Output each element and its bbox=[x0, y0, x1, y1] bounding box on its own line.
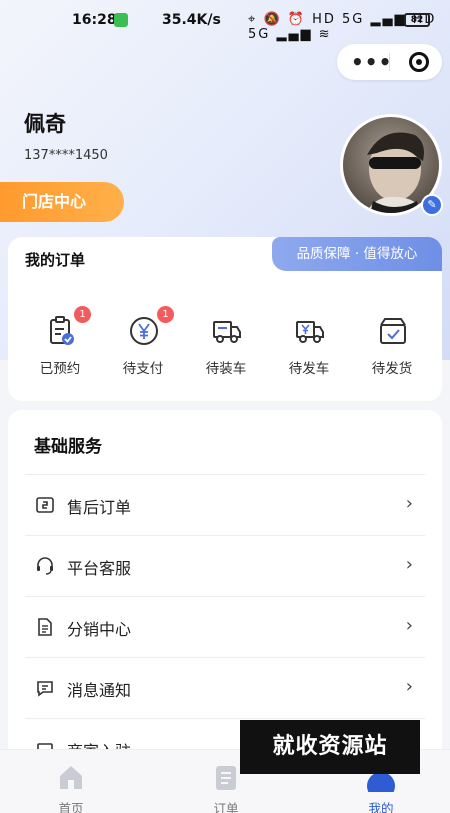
order-status-loading[interactable]: 待装车 bbox=[186, 315, 266, 385]
yen-circle-icon bbox=[130, 317, 158, 345]
nav-label: 订单 bbox=[213, 801, 239, 813]
order-status-departing[interactable]: 待发车 bbox=[269, 315, 349, 385]
home-icon bbox=[60, 766, 82, 789]
store-center-button[interactable]: 门店中心 bbox=[0, 182, 124, 222]
chevron-right-icon: › bbox=[405, 554, 413, 575]
service-message-notifications[interactable]: 消息通知 › bbox=[25, 657, 425, 717]
clipboard-check-icon bbox=[50, 316, 74, 345]
service-label: 分销中心 bbox=[67, 620, 132, 639]
status-bar: 16:28 35.4K/s ⌖ 🔕 ⏰ HD 5G ▂▄▆ HD 5G ▂▄▆ … bbox=[0, 0, 450, 42]
order-status-unpaid[interactable]: 1 待支付 bbox=[103, 306, 183, 385]
order-list-icon bbox=[216, 766, 236, 790]
service-customer-support[interactable]: 平台客服 › bbox=[25, 535, 425, 595]
order-status-to-ship[interactable]: 待发货 bbox=[352, 315, 432, 385]
badge-count: 1 bbox=[157, 306, 174, 323]
after-sale-icon bbox=[36, 497, 54, 513]
chevron-right-icon: › bbox=[405, 493, 413, 514]
truck-yen-icon bbox=[296, 321, 324, 343]
service-after-sale-orders[interactable]: 售后订单 › bbox=[25, 474, 425, 534]
battery-icon: 82 bbox=[404, 13, 430, 27]
miniprogram-capsule: ••• bbox=[337, 44, 442, 80]
chevron-right-icon: › bbox=[405, 676, 413, 697]
order-status-label: 待装车 bbox=[205, 361, 247, 377]
user-name: 佩奇 bbox=[24, 112, 66, 136]
order-status-label: 已预约 bbox=[39, 361, 81, 377]
nav-label: 我的 bbox=[368, 801, 394, 813]
headset-icon bbox=[37, 557, 53, 575]
my-orders-card: 我的订单 品质保障 · 值得放心 1 已预约 1 待支付 待装车 待发车 待发货 bbox=[8, 237, 442, 401]
orders-title: 我的订单 bbox=[25, 251, 86, 269]
order-status-label: 待支付 bbox=[122, 361, 164, 377]
nav-label: 首页 bbox=[58, 801, 84, 813]
box-check-icon bbox=[380, 318, 406, 344]
document-icon bbox=[38, 618, 52, 636]
status-time: 16:28 bbox=[72, 12, 117, 28]
truck-icon bbox=[213, 321, 241, 343]
service-label: 平台客服 bbox=[67, 559, 132, 578]
target-icon[interactable] bbox=[409, 52, 429, 72]
basic-services-card: 基础服务 售后订单 › 平台客服 › 分销中心 › 消息通知 › bbox=[8, 410, 442, 770]
capsule-divider bbox=[389, 53, 390, 71]
chevron-right-icon: › bbox=[405, 615, 413, 636]
user-phone: 137****1450 bbox=[24, 148, 108, 163]
message-icon bbox=[37, 681, 53, 697]
service-label: 消息通知 bbox=[67, 681, 132, 700]
network-speed: 35.4K/s bbox=[162, 12, 221, 28]
order-status-label: 待发货 bbox=[371, 361, 413, 377]
service-label: 售后订单 bbox=[67, 498, 132, 517]
service-distribution-center[interactable]: 分销中心 › bbox=[25, 596, 425, 656]
more-dots-icon[interactable]: ••• bbox=[351, 50, 392, 74]
notification-icon bbox=[114, 13, 128, 27]
order-status-booked[interactable]: 1 已预约 bbox=[20, 306, 100, 385]
edit-pencil-icon[interactable]: ✎ bbox=[421, 194, 443, 216]
badge-count: 1 bbox=[74, 306, 91, 323]
order-status-label: 待发车 bbox=[288, 361, 330, 377]
watermark-overlay: 就收资源站 bbox=[240, 720, 420, 774]
services-title: 基础服务 bbox=[34, 437, 102, 457]
quality-guarantee-banner: 品质保障 · 值得放心 bbox=[272, 237, 442, 271]
